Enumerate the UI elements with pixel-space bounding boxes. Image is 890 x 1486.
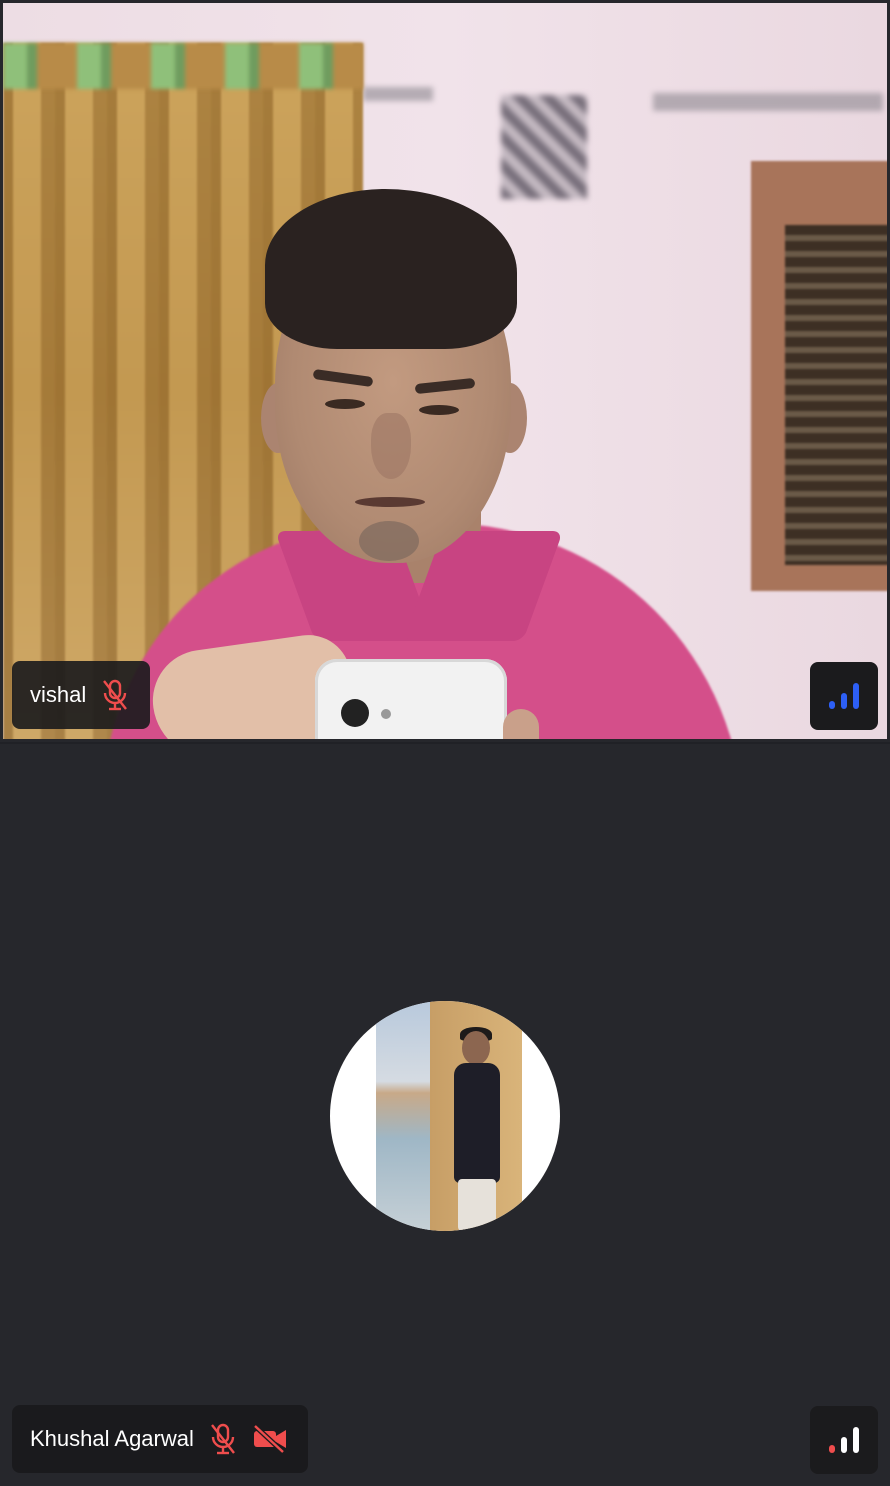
participant-tile-vishal[interactable] [0, 0, 890, 742]
profile-photo [376, 1001, 522, 1231]
participant-video-feed [3, 3, 887, 739]
participant-name-chip: Khushal Agarwal [12, 1405, 308, 1473]
network-signal-icon [826, 681, 862, 711]
participant-name: vishal [30, 682, 87, 707]
participant-name-chip: vishal [12, 661, 151, 729]
connection-quality-button[interactable] [810, 662, 878, 730]
network-signal-icon [826, 1425, 862, 1455]
mic-off-icon [100, 678, 130, 712]
mic-off-icon [208, 1422, 238, 1456]
connection-quality-button[interactable] [810, 1406, 878, 1474]
video-off-icon [252, 1424, 288, 1454]
video-call-grid: vishal Khushal Agarwal [0, 0, 890, 1486]
participant-avatar [330, 1001, 560, 1231]
participant-name: Khushal Agarwal [30, 1426, 194, 1451]
